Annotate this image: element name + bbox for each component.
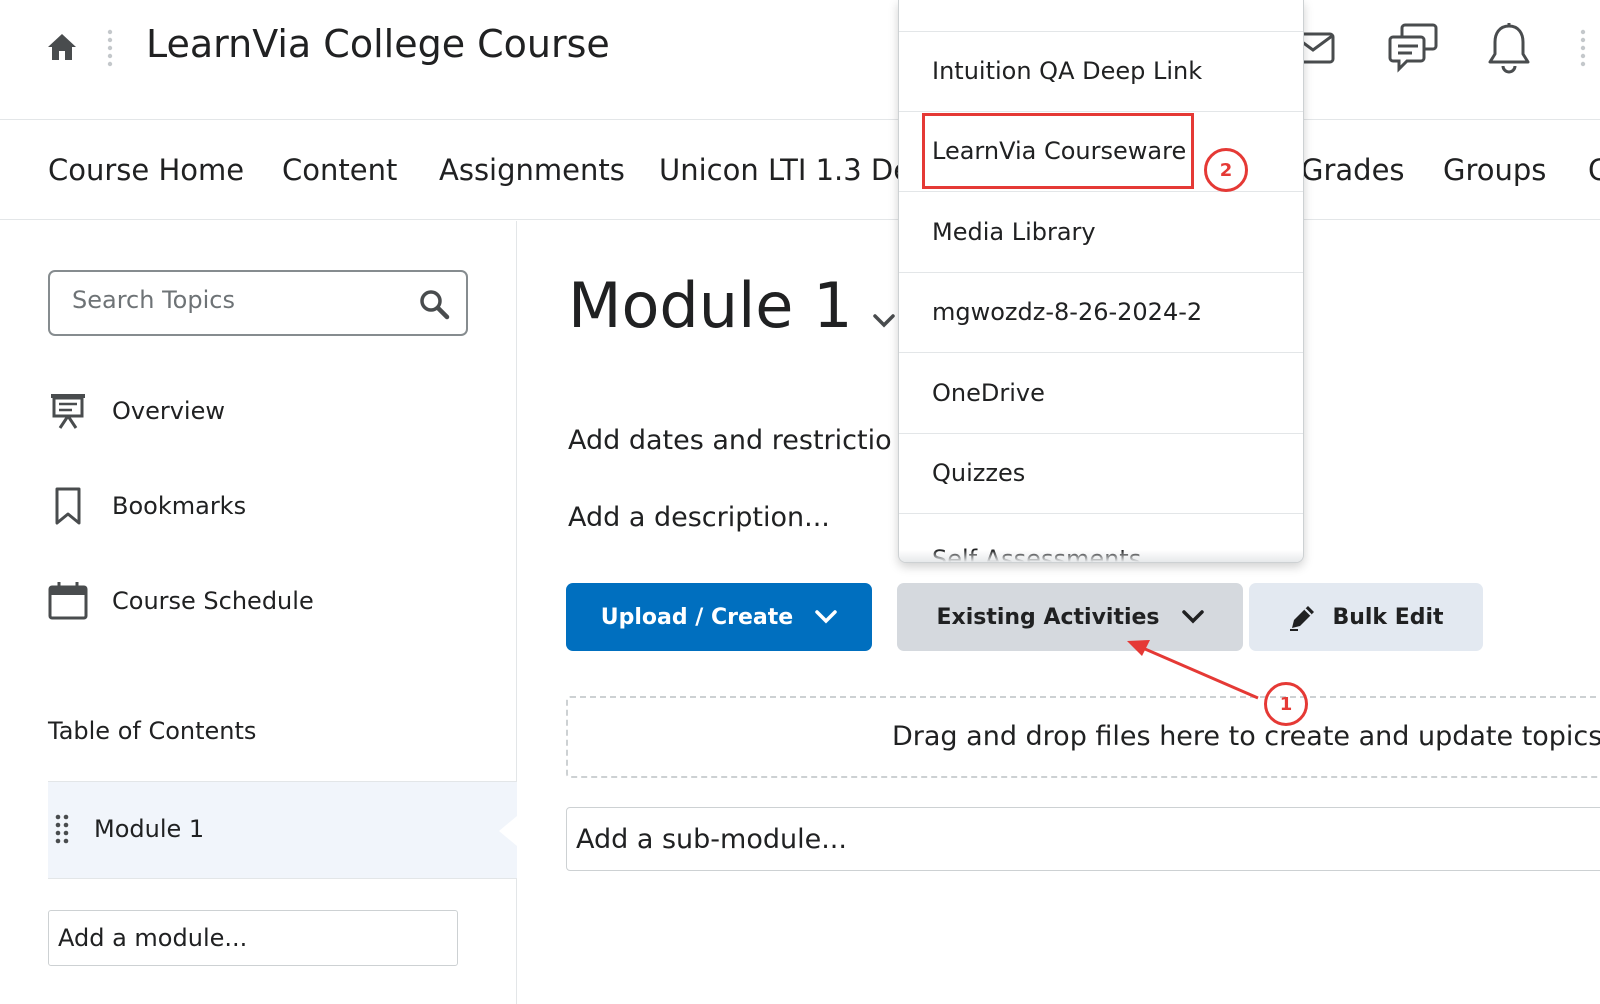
existing-activities-label: Existing Activities: [936, 604, 1160, 630]
nav-more-truncated[interactable]: C: [1588, 153, 1600, 187]
bookmark-icon: [55, 487, 81, 525]
sidebar-link-course-schedule[interactable]: Course Schedule: [48, 579, 314, 623]
toc-item-label: Module 1: [94, 815, 205, 843]
chevron-down-icon[interactable]: [872, 313, 896, 329]
dropzone-text: Drag and drop files here to create and u…: [892, 721, 1600, 752]
sidebar-link-label: Overview: [112, 397, 225, 425]
more-options-dots-icon[interactable]: [1580, 28, 1586, 70]
drag-handle-icon[interactable]: [54, 814, 70, 846]
menu-item-label: OneDrive: [932, 379, 1045, 407]
search-topics-input[interactable]: [72, 286, 392, 314]
pencil-edit-icon: [1290, 606, 1315, 631]
bell-icon[interactable]: [1486, 22, 1532, 74]
sidebar: Overview Bookmarks Course Schedule Table…: [0, 221, 517, 1004]
sidebar-link-overview[interactable]: Overview: [48, 389, 225, 433]
presentation-board-icon: [51, 394, 85, 429]
chevron-down-icon: [1181, 610, 1204, 624]
nav-unicon-lti[interactable]: Unicon LTI 1.3 De: [659, 153, 911, 187]
nav-content[interactable]: Content: [282, 153, 397, 187]
toc-item-module-1[interactable]: Module 1: [48, 781, 517, 879]
chevron-down-icon: [815, 610, 837, 624]
add-dates-link[interactable]: Add dates and restrictio: [568, 425, 892, 456]
sidebar-link-bookmarks[interactable]: Bookmarks: [48, 484, 246, 528]
search-topics-box: [48, 270, 468, 336]
bulk-edit-button[interactable]: Bulk Edit: [1249, 583, 1483, 651]
menu-item-label: mgwozdz-8-26-2024-2: [932, 298, 1203, 326]
menu-item-label: Quizzes: [932, 459, 1026, 487]
add-description-link[interactable]: Add a description...: [568, 502, 830, 533]
home-icon[interactable]: [46, 32, 78, 62]
toc-title: Table of Contents: [48, 717, 257, 745]
calendar-icon: [48, 582, 88, 620]
callout-step-2: 2: [1204, 148, 1248, 192]
file-dropzone[interactable]: Drag and drop files here to create and u…: [566, 696, 1600, 778]
callout-step-1: 1: [1264, 682, 1308, 726]
separator-dots-icon: [107, 29, 113, 67]
selected-indicator: [499, 816, 517, 846]
highlight-box-learnvia: [922, 113, 1194, 189]
add-submodule-input[interactable]: [566, 807, 1600, 871]
nav-course-home[interactable]: Course Home: [48, 153, 244, 187]
menu-item-label: Intuition QA Deep Link: [932, 57, 1203, 85]
sidebar-link-label: Course Schedule: [112, 587, 314, 615]
search-icon[interactable]: [418, 288, 450, 320]
nav-grades[interactable]: Grades: [1301, 153, 1405, 187]
menu-item-mgwozdz[interactable]: mgwozdz-8-26-2024-2: [899, 273, 1303, 353]
existing-activities-button[interactable]: Existing Activities: [897, 583, 1243, 651]
existing-activities-menu: Intuition QA Deep Link LearnVia Coursewa…: [898, 0, 1304, 563]
message-alerts-icon[interactable]: [1388, 22, 1440, 74]
add-module-input[interactable]: [48, 910, 458, 966]
course-navbar: Course Home Content Assignments Unicon L…: [0, 121, 1600, 220]
menu-item-above: [899, 0, 1303, 32]
course-title[interactable]: LearnVia College Course: [146, 22, 610, 66]
nav-assignments[interactable]: Assignments: [439, 153, 625, 187]
menu-item-label: Media Library: [932, 218, 1096, 246]
upload-create-label: Upload / Create: [600, 604, 794, 630]
bulk-edit-label: Bulk Edit: [1332, 604, 1444, 630]
menu-item-quizzes[interactable]: Quizzes: [899, 434, 1303, 514]
menu-item-intuition-qa[interactable]: Intuition QA Deep Link: [899, 32, 1303, 112]
menu-item-onedrive[interactable]: OneDrive: [899, 354, 1303, 434]
sidebar-link-label: Bookmarks: [112, 492, 247, 520]
nav-groups[interactable]: Groups: [1443, 153, 1546, 187]
module-title: Module 1: [568, 269, 853, 342]
upload-create-button[interactable]: Upload / Create: [566, 583, 872, 651]
top-bar: LearnVia College Course: [0, 0, 1600, 120]
menu-item-media-library[interactable]: Media Library: [899, 193, 1303, 273]
menu-scroll-edge: [899, 550, 1303, 562]
